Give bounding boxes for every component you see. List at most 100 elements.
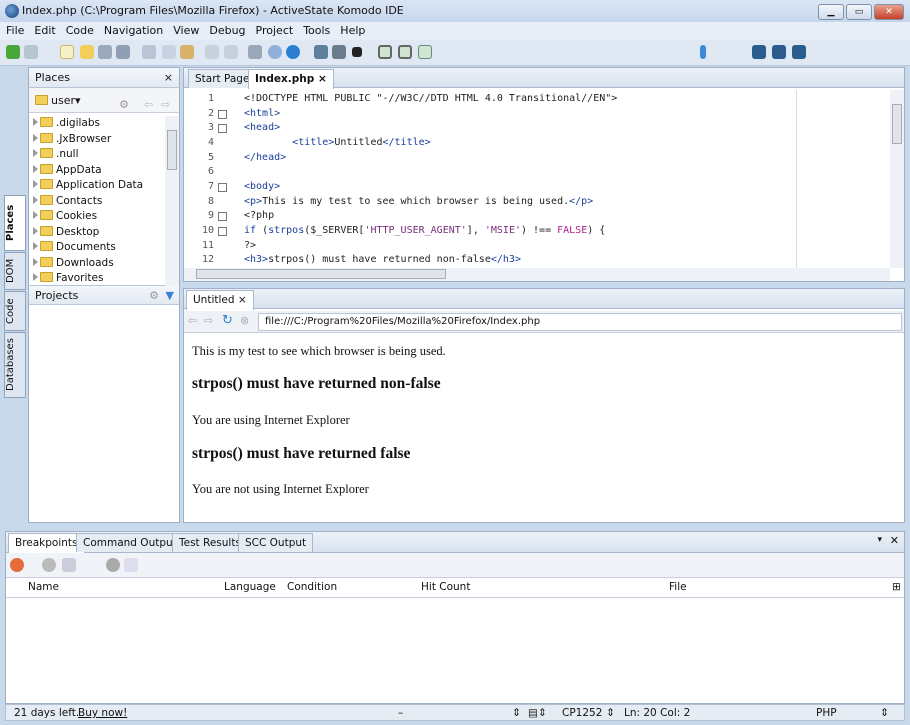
close-pane-button[interactable]: ✕: [890, 534, 899, 547]
menu-view[interactable]: View: [173, 24, 199, 37]
menu-help[interactable]: Help: [340, 24, 365, 37]
paste-icon[interactable]: [180, 45, 194, 59]
left-pane-toggle-icon[interactable]: [378, 45, 392, 59]
tree-scrollbar[interactable]: [165, 116, 179, 286]
tree-item[interactable]: Application Data: [29, 178, 179, 194]
gear-icon[interactable]: ⚙: [149, 286, 159, 305]
fold-toggle-icon[interactable]: [218, 182, 227, 192]
column-condition[interactable]: Condition: [287, 578, 337, 596]
url-input[interactable]: file:///C:/Program%20Files/Mozilla%20Fir…: [258, 313, 902, 331]
chevron-down-icon[interactable]: ▼: [166, 286, 174, 305]
column-hit-count[interactable]: Hit Count: [421, 578, 470, 596]
expand-icon[interactable]: [33, 226, 38, 235]
side-tab-places[interactable]: Places: [4, 195, 26, 251]
minimize-button[interactable]: ▁: [818, 4, 844, 20]
expand-icon[interactable]: [33, 195, 38, 204]
debug-tool-icon[interactable]: [772, 45, 786, 59]
right-pane-toggle-icon[interactable]: [418, 45, 432, 59]
find-icon[interactable]: [332, 45, 346, 59]
tab-index-php[interactable]: Index.php ×: [248, 69, 334, 89]
tab-command-output[interactable]: Command Output: [76, 533, 184, 552]
side-tab-databases[interactable]: Databases: [4, 332, 26, 398]
column-picker-icon[interactable]: ⊞: [892, 578, 901, 596]
language-arrows-icon[interactable]: ⇕: [880, 705, 889, 721]
back-icon[interactable]: [6, 45, 20, 59]
gear-icon[interactable]: ⚙: [119, 92, 129, 117]
undo-icon[interactable]: [205, 45, 219, 59]
fold-toggle-icon[interactable]: [218, 109, 227, 119]
save-all-icon[interactable]: [116, 45, 130, 59]
close-window-button[interactable]: ✕: [874, 4, 904, 20]
breakpoint-tool-icon[interactable]: [124, 558, 138, 572]
menu-project[interactable]: Project: [256, 24, 294, 37]
back-icon[interactable]: ⇦: [188, 314, 197, 327]
menu-file[interactable]: File: [6, 24, 24, 37]
open-folder-icon[interactable]: [80, 45, 94, 59]
buy-now-link[interactable]: Buy now!: [78, 705, 127, 721]
status-dropdown[interactable]: –: [398, 705, 403, 721]
line-endings-icon[interactable]: ▤⇕: [528, 705, 547, 721]
tree-item[interactable]: Documents: [29, 240, 179, 256]
close-places-button[interactable]: ×: [164, 68, 173, 87]
terminal-icon[interactable]: [352, 47, 362, 57]
bottom-pane-toggle-icon[interactable]: [398, 45, 412, 59]
editor-hscrollbar[interactable]: [184, 268, 890, 281]
tree-item[interactable]: Desktop: [29, 225, 179, 241]
column-language[interactable]: Language: [224, 578, 276, 596]
dropdown-arrows-icon[interactable]: ⇕: [512, 705, 521, 721]
save-icon[interactable]: [98, 45, 112, 59]
browser-preview-icon[interactable]: [286, 45, 300, 59]
expand-icon[interactable]: [33, 149, 38, 157]
add-breakpoint-icon[interactable]: [10, 558, 24, 572]
expand-icon[interactable]: [33, 273, 38, 281]
copy-icon[interactable]: [162, 45, 176, 59]
tree-item[interactable]: Contacts: [29, 194, 179, 210]
editor-vscrollbar[interactable]: [890, 90, 904, 268]
pane-menu-icon[interactable]: ▾: [877, 535, 882, 545]
expand-icon[interactable]: [33, 257, 38, 266]
fold-toggle-icon[interactable]: [218, 226, 227, 236]
debug-tool-icon[interactable]: [752, 45, 766, 59]
tree-item[interactable]: AppData: [29, 163, 179, 179]
cut-icon[interactable]: [142, 45, 156, 59]
menu-tools[interactable]: Tools: [303, 24, 330, 37]
run-debug-icon[interactable]: [700, 45, 706, 59]
places-root-dropdown[interactable]: user: [51, 94, 75, 107]
breakpoint-tool-icon[interactable]: [62, 558, 76, 572]
tree-item[interactable]: Favorites: [29, 271, 179, 285]
menu-edit[interactable]: Edit: [34, 24, 55, 37]
tab-untitled[interactable]: Untitled ×: [186, 290, 254, 310]
tab-scc-output[interactable]: SCC Output: [238, 533, 314, 552]
back-arrow-icon[interactable]: ⇦: [144, 92, 153, 117]
redo-icon[interactable]: [224, 45, 238, 59]
forward-icon[interactable]: ⇨: [204, 314, 213, 327]
preview-icon[interactable]: [268, 45, 282, 59]
new-file-icon[interactable]: [60, 45, 74, 59]
tree-item[interactable]: Cookies: [29, 209, 179, 225]
column-name[interactable]: Name: [28, 578, 59, 596]
expand-icon[interactable]: [33, 164, 38, 173]
expand-icon[interactable]: [33, 242, 38, 250]
debug-tool-icon[interactable]: [792, 45, 806, 59]
reload-icon[interactable]: ↻: [222, 313, 233, 328]
side-tab-dom[interactable]: DOM: [4, 252, 26, 290]
tree-item[interactable]: .JxBrowser: [29, 132, 179, 148]
expand-icon[interactable]: [33, 118, 38, 126]
breakpoint-tool-icon[interactable]: [42, 558, 56, 572]
fold-toggle-icon[interactable]: [218, 124, 227, 134]
forward-arrow-icon[interactable]: ⇨: [161, 92, 170, 117]
expand-icon[interactable]: [33, 211, 38, 219]
language-select[interactable]: PHP: [816, 705, 837, 721]
expand-icon[interactable]: [33, 180, 38, 188]
tab-test-results[interactable]: Test Results: [172, 533, 248, 552]
print-icon[interactable]: [248, 45, 262, 59]
expand-icon[interactable]: [33, 133, 38, 142]
fold-toggle-icon[interactable]: [218, 212, 227, 222]
tab-start-page[interactable]: Start Page: [188, 69, 257, 88]
menu-navigation[interactable]: Navigation: [104, 24, 163, 37]
menu-code[interactable]: Code: [66, 24, 94, 37]
column-file[interactable]: File: [669, 578, 687, 596]
side-tab-code[interactable]: Code: [4, 291, 26, 331]
menu-debug[interactable]: Debug: [209, 24, 245, 37]
tree-item[interactable]: .digilabs: [29, 116, 179, 132]
